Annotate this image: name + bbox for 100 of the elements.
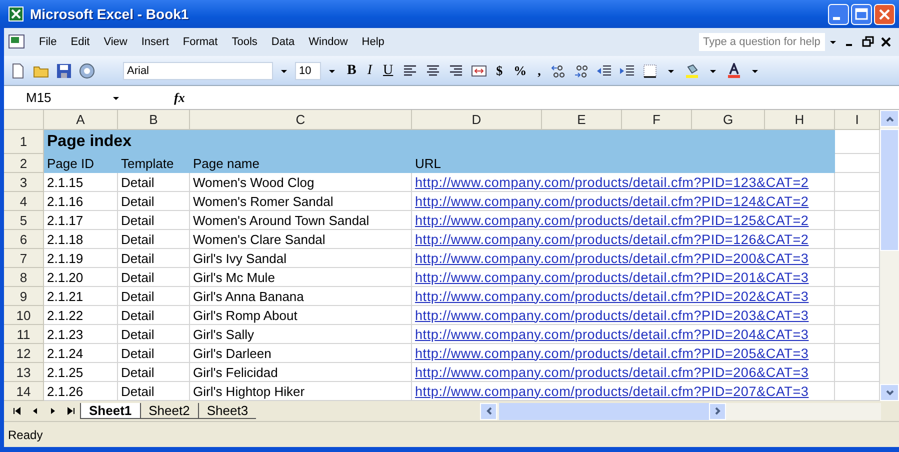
row-header[interactable]: 1 xyxy=(4,130,44,154)
caret-icon[interactable] xyxy=(829,38,837,46)
url-link[interactable]: http://www.company.com/products/detail.cfm?PID=124&CAT=2 xyxy=(412,192,835,211)
table-cell: Detail xyxy=(118,230,190,249)
url-link[interactable]: http://www.company.com/products/detail.cfm?PID=203&CAT=3 xyxy=(412,306,835,325)
column-header[interactable]: D xyxy=(412,110,542,130)
url-link[interactable]: http://www.company.com/products/detail.cfm?PID=202&CAT=3 xyxy=(412,287,835,306)
format-button[interactable]: I xyxy=(363,60,376,80)
align-center-icon[interactable] xyxy=(425,62,442,78)
row-header[interactable]: 4 xyxy=(4,192,44,211)
number-format-button[interactable]: , xyxy=(534,60,545,80)
sheet-tab[interactable]: Sheet2 xyxy=(140,403,198,419)
row-header[interactable]: 2 xyxy=(4,154,44,173)
column-header[interactable]: E xyxy=(542,110,622,130)
scroll-down-icon[interactable] xyxy=(884,388,894,398)
column-heading: Page ID xyxy=(44,154,118,173)
row-header[interactable]: 13 xyxy=(4,363,44,382)
table-cell: Women's Wood Clog xyxy=(190,173,412,192)
column-header[interactable]: H xyxy=(765,110,835,130)
increase-indent-icon[interactable] xyxy=(618,62,635,78)
column-heading: Template xyxy=(118,154,190,173)
row-header[interactable]: 6 xyxy=(4,230,44,249)
last-sheet-icon[interactable] xyxy=(66,406,76,416)
new-document-icon[interactable] xyxy=(10,62,26,78)
url-link[interactable]: http://www.company.com/products/detail.cfm?PID=206&CAT=3 xyxy=(412,363,835,382)
font-size-dropdown[interactable]: 10 xyxy=(295,62,321,80)
column-header[interactable]: G xyxy=(692,110,765,130)
table-cell: 2.1.16 xyxy=(44,192,118,211)
table-cell: 2.1.21 xyxy=(44,287,118,306)
number-format-button[interactable]: % xyxy=(510,60,531,80)
column-header[interactable]: B xyxy=(118,110,190,130)
menu-item[interactable]: Help xyxy=(354,34,392,50)
font-color-icon[interactable] xyxy=(726,62,742,78)
url-link[interactable]: http://www.company.com/products/detail.cfm?PID=126&CAT=2 xyxy=(412,230,835,249)
menu-item[interactable]: Insert xyxy=(134,34,176,50)
menu-item[interactable]: Tools xyxy=(224,34,264,50)
row-header[interactable]: 14 xyxy=(4,382,44,401)
save-icon[interactable] xyxy=(56,62,72,78)
row-header[interactable]: 9 xyxy=(4,287,44,306)
merge-cells-icon[interactable] xyxy=(471,62,488,78)
table-cell: Detail xyxy=(118,344,190,363)
sheet-tab[interactable]: Sheet1 xyxy=(80,403,140,419)
row-header[interactable]: 10 xyxy=(4,306,44,325)
menu-item[interactable]: View xyxy=(96,34,134,50)
row-header[interactable]: 11 xyxy=(4,325,44,344)
url-link[interactable]: http://www.company.com/products/detail.cfm?PID=123&CAT=2 xyxy=(412,173,835,192)
first-sheet-icon[interactable] xyxy=(12,406,22,416)
decrease-decimal-icon[interactable] xyxy=(572,62,589,78)
table-cell: Detail xyxy=(118,306,190,325)
row-header[interactable]: 5 xyxy=(4,211,44,230)
align-right-icon[interactable] xyxy=(448,62,464,78)
table-cell: Detail xyxy=(118,249,190,268)
table-cell: 2.1.17 xyxy=(44,211,118,230)
align-left-icon[interactable] xyxy=(402,62,418,78)
table-cell: Girl's Romp About xyxy=(190,306,412,325)
url-link[interactable]: http://www.company.com/products/detail.cfm?PID=204&CAT=3 xyxy=(412,325,835,344)
scroll-right-icon[interactable] xyxy=(712,406,722,416)
font-dropdown[interactable]: Arial xyxy=(123,62,273,80)
url-link[interactable]: http://www.company.com/products/detail.cfm?PID=200&CAT=3 xyxy=(412,249,835,268)
table-cell: Girl's Ivy Sandal xyxy=(190,249,412,268)
workbook-icon[interactable] xyxy=(8,34,26,50)
paint-bucket-icon[interactable] xyxy=(684,62,700,78)
decrease-indent-icon[interactable] xyxy=(596,62,612,78)
maximize-icon[interactable] xyxy=(851,4,872,24)
close-icon[interactable] xyxy=(880,36,892,48)
table-cell: 2.1.22 xyxy=(44,306,118,325)
menu-item[interactable]: Data xyxy=(264,34,302,50)
column-header[interactable]: F xyxy=(622,110,692,130)
sheet-tab[interactable]: Sheet3 xyxy=(198,403,256,419)
function-label[interactable]: fx xyxy=(174,90,185,106)
horizontal-scrollbar[interactable] xyxy=(480,402,881,420)
table-cell: 2.1.24 xyxy=(44,344,118,363)
url-link[interactable]: http://www.company.com/products/detail.cfm?PID=205&CAT=3 xyxy=(412,344,835,363)
table-cell: Girl's Anna Banana xyxy=(190,287,412,306)
row-header[interactable]: 3 xyxy=(4,173,44,192)
restore-icon[interactable] xyxy=(862,36,874,48)
borders-icon[interactable] xyxy=(642,62,658,78)
number-format-button[interactable]: $ xyxy=(492,60,507,80)
format-button[interactable]: U xyxy=(379,60,398,80)
table-cell: Girl's Sally xyxy=(190,325,412,344)
menu-item[interactable]: File xyxy=(32,34,64,50)
format-button[interactable]: B xyxy=(343,60,360,80)
menu-item[interactable]: Window xyxy=(302,34,355,50)
url-link[interactable]: http://www.company.com/products/detail.cfm?PID=125&CAT=2 xyxy=(412,211,835,230)
column-header[interactable]: I xyxy=(835,110,880,130)
menu-item[interactable]: Edit xyxy=(64,34,97,50)
row-header[interactable]: 12 xyxy=(4,344,44,363)
table-cell: Detail xyxy=(118,173,190,192)
row-header[interactable]: 8 xyxy=(4,268,44,287)
url-link[interactable]: http://www.company.com/products/detail.cfm?PID=201&CAT=3 xyxy=(412,268,835,287)
row-header[interactable]: 7 xyxy=(4,249,44,268)
increase-decimal-icon[interactable] xyxy=(550,62,566,78)
menu-item[interactable]: Format xyxy=(176,34,225,50)
column-header[interactable]: C xyxy=(190,110,412,130)
name-box[interactable]: M15 xyxy=(4,88,124,106)
column-header[interactable]: A xyxy=(44,110,118,130)
help-search-field[interactable]: Type a question for help xyxy=(699,33,825,51)
table-cell: Women's Romer Sandal xyxy=(190,192,412,211)
vertical-scrollbar[interactable] xyxy=(880,110,899,401)
table-cell: 2.1.18 xyxy=(44,230,118,249)
